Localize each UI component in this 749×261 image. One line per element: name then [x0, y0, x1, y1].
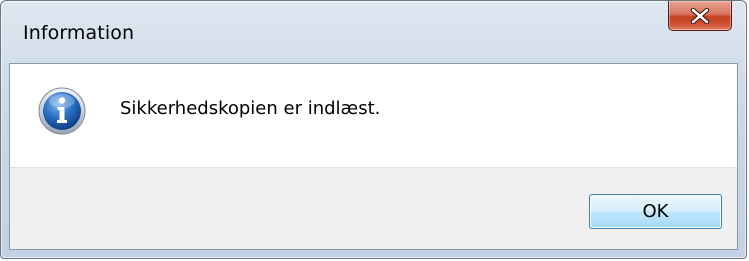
window-title: Information — [23, 22, 135, 44]
title-bar[interactable]: Information — [9, 1, 738, 63]
dialog-client-area: Sikkerhedskopien er indlæst. OK — [9, 63, 738, 250]
ok-button[interactable]: OK — [589, 194, 722, 229]
message-area: Sikkerhedskopien er indlæst. — [10, 64, 737, 168]
button-bar: OK — [10, 168, 737, 249]
dialog-window: Information Sikkerhedskopien er indlæst.… — [0, 0, 747, 259]
message-text: Sikkerhedskopien er indlæst. — [120, 98, 381, 119]
close-button[interactable] — [668, 1, 732, 31]
info-icon — [38, 87, 86, 135]
